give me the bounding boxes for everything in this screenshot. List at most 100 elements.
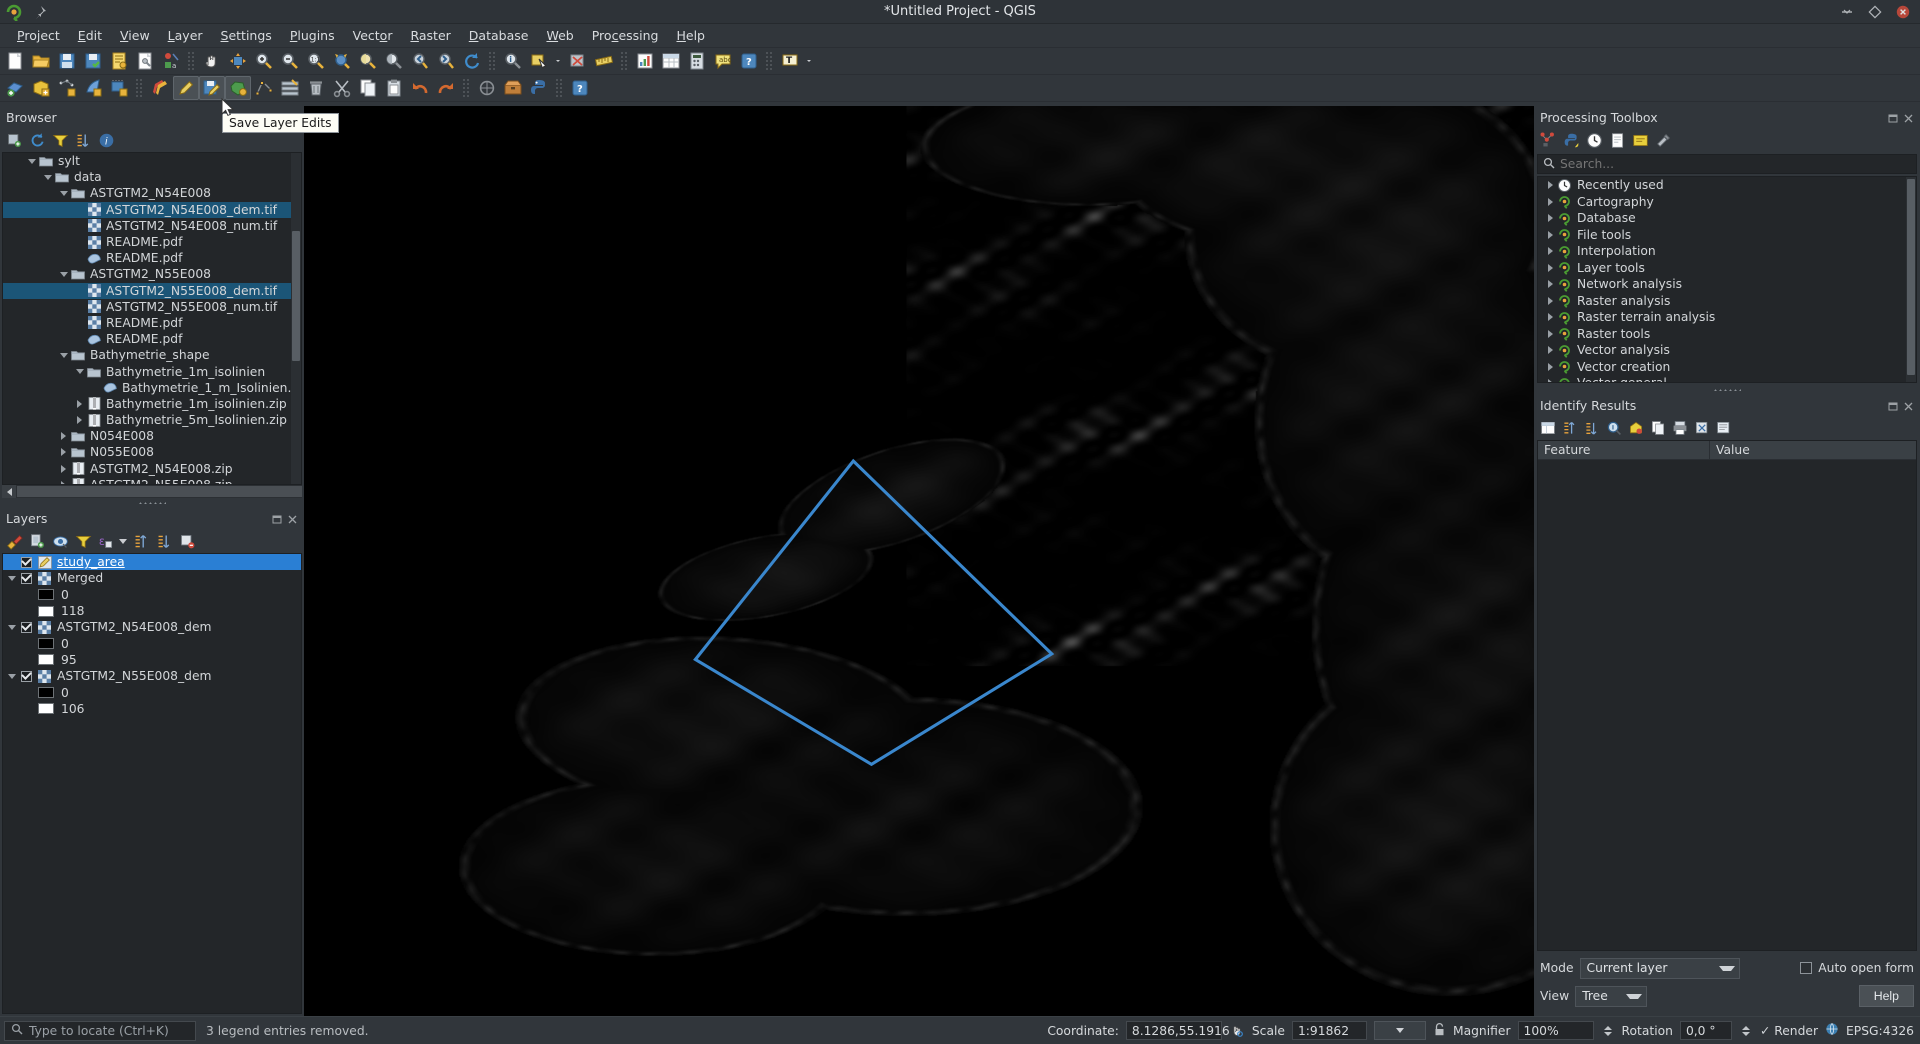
- undo-icon[interactable]: [407, 76, 433, 100]
- scroll-left-icon[interactable]: [2, 485, 16, 498]
- study-area-polygon[interactable]: [304, 106, 1534, 1016]
- menu-edit[interactable]: Edit: [69, 25, 111, 46]
- zoom-out-icon[interactable]: [277, 49, 303, 73]
- menu-raster[interactable]: Raster: [401, 25, 459, 46]
- new-project-icon[interactable]: [2, 49, 28, 73]
- globe-icon[interactable]: [1825, 1022, 1839, 1039]
- browser-tree-item[interactable]: Bathymetrie_shape: [3, 347, 301, 363]
- chevron-down-icon[interactable]: [41, 171, 54, 184]
- models-icon[interactable]: [1540, 132, 1557, 149]
- menu-web[interactable]: Web: [537, 25, 582, 46]
- copy-icon[interactable]: [1650, 420, 1666, 436]
- results-viewer-icon[interactable]: [1609, 132, 1626, 149]
- right-dock-splitter[interactable]: [1534, 385, 1920, 394]
- toolbox-group[interactable]: Layer tools: [1538, 260, 1916, 277]
- identify-features-icon[interactable]: i: [500, 49, 526, 73]
- browser-tree-item[interactable]: N055E008: [3, 444, 301, 460]
- text-annotation-icon[interactable]: T: [777, 49, 803, 73]
- python-console-icon[interactable]: [526, 76, 552, 100]
- chevron-right-icon[interactable]: [1544, 330, 1557, 338]
- select-features-icon[interactable]: [526, 49, 552, 73]
- menu-layer[interactable]: Layer: [159, 25, 212, 46]
- collapse-all-icon[interactable]: [75, 132, 92, 149]
- vertex-tool-icon[interactable]: [251, 76, 277, 100]
- chevron-right-icon[interactable]: [57, 462, 70, 475]
- browser-tree-item[interactable]: sylt: [3, 153, 301, 169]
- rotation-value[interactable]: 0,0 °: [1680, 1021, 1732, 1040]
- toolbox-group[interactable]: Vector creation: [1538, 359, 1916, 376]
- measure-icon[interactable]: [591, 49, 617, 73]
- scale-dropdown[interactable]: [1374, 1021, 1426, 1040]
- mode-combo[interactable]: Current layer: [1580, 958, 1740, 979]
- toggle-editing-icon[interactable]: [173, 76, 199, 100]
- lock-icon[interactable]: [1433, 1022, 1446, 1040]
- help-icon[interactable]: ?: [736, 49, 762, 73]
- help-button[interactable]: Help: [1859, 985, 1914, 1007]
- pan-to-selection-icon[interactable]: [225, 49, 251, 73]
- legend-entry[interactable]: 0: [3, 587, 301, 603]
- chevron-down-icon[interactable]: [3, 625, 21, 630]
- layers-panel-close-icon[interactable]: [287, 513, 298, 524]
- pin-icon[interactable]: [32, 4, 48, 20]
- browser-tree-item[interactable]: Bathymetrie_1_m_Isolinien.s: [3, 380, 301, 396]
- add-delimited-text-layer-icon[interactable]: [54, 76, 80, 100]
- browser-tree-item[interactable]: ASTGTM2_N55E008: [3, 266, 301, 282]
- add-group-icon[interactable]: [29, 533, 46, 550]
- paste-features-icon[interactable]: [381, 76, 407, 100]
- zoom-in-icon[interactable]: [251, 49, 277, 73]
- chevron-right-icon[interactable]: [1544, 264, 1557, 272]
- browser-tree-item[interactable]: ASTGTM2_N54E008.zip: [3, 461, 301, 477]
- browser-tree-item[interactable]: README.pdf: [3, 315, 301, 331]
- legend-entry[interactable]: 0: [3, 635, 301, 651]
- minimize-icon[interactable]: [1840, 5, 1854, 19]
- open-project-icon[interactable]: [28, 49, 54, 73]
- chevron-down-icon[interactable]: [57, 349, 70, 362]
- layer-visibility-checkbox[interactable]: [21, 671, 32, 682]
- legend-entry[interactable]: 95: [3, 652, 301, 668]
- chevron-down-icon[interactable]: [57, 268, 70, 281]
- collapse-all-icon[interactable]: [1584, 420, 1600, 436]
- processing-toolbox-tree[interactable]: Recently usedCartographyDatabaseFile too…: [1537, 176, 1917, 383]
- coordinate-value[interactable]: 8.1286,55.1916: [1126, 1021, 1222, 1040]
- delete-selected-icon[interactable]: [303, 76, 329, 100]
- processing-search-input[interactable]: [1560, 157, 1916, 171]
- zoom-next-icon[interactable]: [433, 49, 459, 73]
- view-options-icon[interactable]: [1716, 420, 1732, 436]
- properties-icon[interactable]: i: [98, 132, 115, 149]
- layer-visibility-checkbox[interactable]: [21, 573, 32, 584]
- zoom-to-layer-icon[interactable]: [381, 49, 407, 73]
- locator-search[interactable]: Type to locate (Ctrl+K): [4, 1021, 196, 1041]
- copy-features-icon[interactable]: [355, 76, 381, 100]
- zoom-native-icon[interactable]: 1:1: [303, 49, 329, 73]
- new-print-layout-icon[interactable]: [106, 49, 132, 73]
- layer-item[interactable]: ASTGTM2_N54E008_dem: [3, 619, 301, 635]
- menu-view[interactable]: View: [111, 25, 159, 46]
- chevron-right-icon[interactable]: [1544, 181, 1557, 189]
- open-layer-styling-icon[interactable]: [6, 533, 23, 550]
- expand-all-icon[interactable]: [133, 533, 150, 550]
- zoom-last-icon[interactable]: [407, 49, 433, 73]
- refresh-icon[interactable]: [29, 132, 46, 149]
- layer-item[interactable]: study_area: [3, 554, 301, 570]
- chevron-right-icon[interactable]: [1544, 214, 1557, 222]
- browser-tree-item[interactable]: N054E008: [3, 428, 301, 444]
- browser-tree-item[interactable]: ASTGTM2_N55E008.zip: [3, 477, 301, 485]
- pan-measure-icon[interactable]: [474, 76, 500, 100]
- layer-item[interactable]: ASTGTM2_N55E008_dem: [3, 668, 301, 684]
- modify-attributes-icon[interactable]: [277, 76, 303, 100]
- toolbox-group[interactable]: File tools: [1538, 227, 1916, 244]
- layers-tree[interactable]: study_areaMerged0118ASTGTM2_N54E008_dem0…: [2, 553, 302, 1014]
- chevron-right-icon[interactable]: [1544, 379, 1557, 383]
- show-statistical-summary-icon[interactable]: [632, 49, 658, 73]
- identify-panel-close-icon[interactable]: [1903, 400, 1914, 411]
- toolbox-group[interactable]: Cartography: [1538, 194, 1916, 211]
- options-icon[interactable]: [1655, 132, 1672, 149]
- menu-help[interactable]: Help: [667, 25, 714, 46]
- python-scripts-icon[interactable]: [1563, 132, 1580, 149]
- refresh-icon[interactable]: [459, 49, 485, 73]
- chevron-right-icon[interactable]: [57, 478, 70, 485]
- view-combo[interactable]: Tree: [1575, 986, 1647, 1007]
- identify-mode-icon[interactable]: i: [1606, 420, 1622, 436]
- layer-item[interactable]: Merged: [3, 570, 301, 586]
- magnifier-value[interactable]: 100%: [1518, 1021, 1594, 1040]
